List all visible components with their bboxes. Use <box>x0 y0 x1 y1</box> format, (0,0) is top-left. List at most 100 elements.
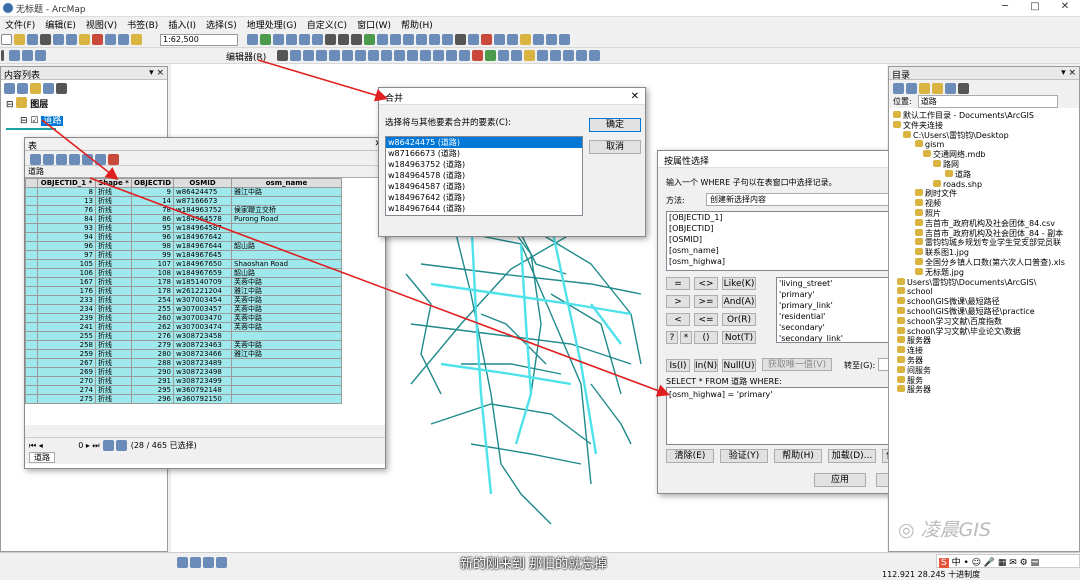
attributes-icon[interactable] <box>420 50 431 61</box>
layout-zoom-icon[interactable] <box>34 50 46 61</box>
delete-selected-icon[interactable] <box>108 154 119 165</box>
operator-button[interactable]: * <box>680 331 692 344</box>
operator-button[interactable]: ? <box>666 331 678 344</box>
advanced-edit-icon[interactable] <box>511 50 522 61</box>
trace-icon[interactable] <box>329 50 340 61</box>
identify-icon[interactable] <box>468 34 479 45</box>
menu-item-0[interactable]: 文件(F) <box>0 17 40 32</box>
georef-icon[interactable] <box>459 50 470 61</box>
row-selector[interactable] <box>25 259 38 269</box>
table-row[interactable]: 234 折线 255 w307003457 芙蓉中路 <box>25 304 342 314</box>
catalog-item[interactable]: gism <box>893 140 1075 150</box>
editor-menu[interactable]: 编辑器(R) <box>226 50 266 63</box>
operator-button[interactable]: In(N) <box>694 359 718 372</box>
layout-view-icon[interactable] <box>190 557 201 568</box>
operator-button[interactable]: Or(R) <box>722 313 756 326</box>
merge-feature-list[interactable]: w86424475 (道路) w87166673 (道路) w184963752 (… <box>385 136 583 216</box>
network-analyst-icon[interactable] <box>589 50 600 61</box>
table-row[interactable]: 239 折线 260 w307003470 芙蓉中路 <box>25 313 342 323</box>
operator-button[interactable]: Null(U) <box>722 359 756 372</box>
catalog-item[interactable]: 无标题.jpg <box>893 267 1075 278</box>
toc-pin-icon[interactable]: ▾ × <box>149 68 164 78</box>
draw-icon[interactable] <box>550 50 561 61</box>
goto-xy-icon[interactable] <box>546 34 557 45</box>
table-row[interactable]: 97 折线 99 w184967645 <box>25 250 342 260</box>
edit-annotation-icon[interactable] <box>290 50 301 61</box>
straight-segment-icon[interactable] <box>303 50 314 61</box>
ime-toolbar[interactable]: S 中 • ☺ 🎤 ▦ ✉ ⚙ ▤ <box>936 554 1080 568</box>
table-row[interactable]: 274 折线 295 w360792148 <box>25 385 342 395</box>
catalog-item[interactable]: 间服务 <box>893 365 1075 376</box>
operator-button[interactable]: = <box>666 277 690 290</box>
editor-toolbar-icon[interactable] <box>247 34 258 45</box>
row-selector[interactable] <box>25 385 38 395</box>
up-one-level-icon[interactable] <box>932 83 943 94</box>
merge-list-item[interactable]: w184964587 (道路) <box>386 181 582 192</box>
hyperlink-icon[interactable] <box>481 34 492 45</box>
row-selector[interactable] <box>25 304 38 314</box>
operator-button[interactable]: Like(K) <box>722 277 756 290</box>
row-selector[interactable] <box>25 376 38 386</box>
catalog-item[interactable]: 服务器 <box>893 385 1075 395</box>
catalog-item[interactable]: 吉首市_政府机构及社会团体_84 - 副本 <box>893 228 1075 239</box>
row-selector[interactable] <box>25 214 38 224</box>
row-selector[interactable] <box>25 358 38 368</box>
row-selector[interactable] <box>25 205 38 215</box>
catalog-item[interactable]: 刷时文件 <box>893 189 1075 199</box>
forward-catalog-icon[interactable] <box>906 83 917 94</box>
table-row[interactable]: 96 折线 98 w184967644 韶山路 <box>25 241 342 251</box>
arctoolbox-icon[interactable] <box>286 34 297 45</box>
apply-button[interactable]: 应用 <box>814 473 866 487</box>
row-selector[interactable] <box>25 295 38 305</box>
column-header-2[interactable]: OBJECTID <box>131 178 174 188</box>
row-selector[interactable] <box>25 250 38 260</box>
data-frame-tools-icon[interactable] <box>576 50 587 61</box>
zoom-in-icon[interactable] <box>325 34 336 45</box>
save-icon[interactable] <box>27 34 38 45</box>
row-selector[interactable] <box>25 367 38 377</box>
table-row[interactable]: 167 折线 178 w185140709 芙蓉中路 <box>25 277 342 287</box>
layout-page-icon[interactable] <box>8 50 20 61</box>
catalog-item[interactable]: 连接 <box>893 346 1075 356</box>
select-features-icon[interactable] <box>429 34 440 45</box>
operator-button[interactable]: Is(I) <box>666 359 690 372</box>
catalog-item[interactable]: 务器 <box>893 355 1075 366</box>
table-row[interactable]: 176 折线 178 w261221204 雅江中路 <box>25 286 342 296</box>
list-by-selection-icon[interactable] <box>43 83 54 94</box>
table-tab[interactable]: 道路 <box>29 452 55 463</box>
operator-button[interactable]: Not(T) <box>722 331 756 344</box>
menu-item-2[interactable]: 视图(V) <box>81 17 122 32</box>
sketch-properties-icon[interactable] <box>433 50 444 61</box>
pan-icon[interactable] <box>351 34 362 45</box>
catalog-item[interactable]: 全国分乡镇人口数(第六次人口普查).xls <box>893 257 1075 268</box>
measure-icon[interactable] <box>507 34 518 45</box>
redo-icon[interactable] <box>118 34 129 45</box>
spatial-adjust-icon[interactable] <box>485 50 496 61</box>
table-options-icon[interactable] <box>30 154 41 165</box>
toggle-contents-icon[interactable] <box>958 83 969 94</box>
print-icon[interactable] <box>40 34 51 45</box>
row-selector[interactable] <box>25 196 38 206</box>
sba-action-button[interactable]: 帮助(H) <box>774 449 822 463</box>
list-by-drawing-order-icon[interactable] <box>4 83 15 94</box>
show-all-records-icon[interactable] <box>103 440 115 451</box>
cogo-icon[interactable] <box>524 50 535 61</box>
fixed-zoom-in-icon[interactable] <box>377 34 388 45</box>
horizontal-scrollbar[interactable] <box>25 425 385 437</box>
merge-list-item[interactable]: w184967642 (道路) <box>386 192 582 203</box>
select-by-attributes-icon[interactable] <box>56 154 67 165</box>
menu-item-5[interactable]: 选择(S) <box>201 17 242 32</box>
copy-icon[interactable] <box>66 34 77 45</box>
topology-icon[interactable] <box>472 50 483 61</box>
table-row[interactable]: 255 折线 276 w308723458 <box>25 331 342 341</box>
row-selector[interactable] <box>25 223 38 233</box>
options-icon[interactable] <box>56 83 67 94</box>
row-selector[interactable] <box>25 268 38 278</box>
row-selector[interactable] <box>25 349 38 359</box>
merge-close-icon[interactable]: ✕ <box>631 91 639 102</box>
operator-button[interactable]: And(A) <box>722 295 756 308</box>
find-icon[interactable] <box>520 34 531 45</box>
layers-group[interactable]: ⊟ 图层 <box>6 97 162 110</box>
catalog-item[interactable]: school\GIS微课\最短路径\practice <box>893 306 1075 317</box>
connect-folder-icon[interactable] <box>945 83 956 94</box>
